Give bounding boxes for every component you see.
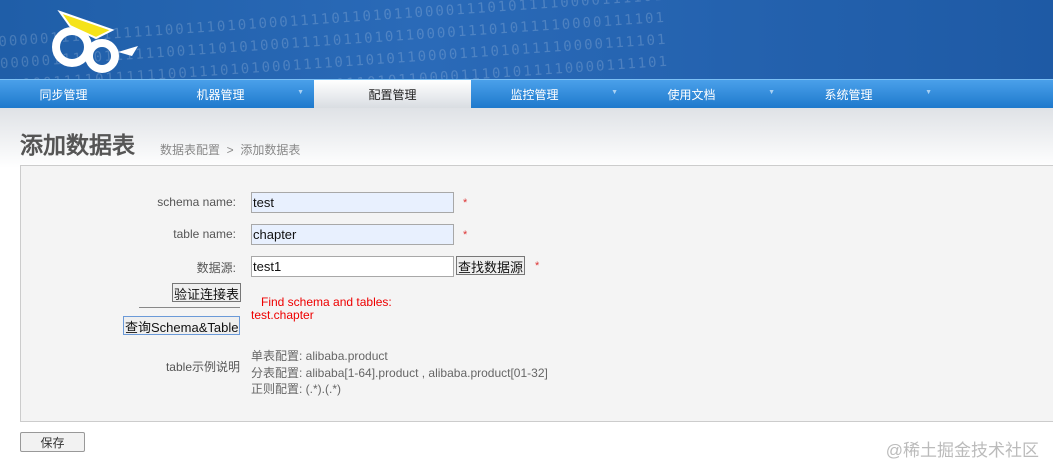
nav-label: 监控管理 — [510, 87, 559, 102]
required-mark: * — [535, 260, 540, 272]
table-name-input[interactable] — [251, 224, 454, 245]
find-data-source-button[interactable]: 查找数据源 — [456, 256, 526, 275]
breadcrumb: 数据表配置 > 添加数据表 — [160, 143, 301, 157]
result-value: test.chapter — [251, 308, 314, 322]
dropdown-arrow-icon: ▼ — [611, 89, 618, 96]
data-source-input[interactable] — [251, 256, 454, 277]
schema-name-input[interactable] — [251, 192, 454, 213]
example-sharded: 分表配置: alibaba[1-64].product , alibaba.pr… — [251, 366, 548, 380]
page-title: 添加数据表 — [20, 132, 135, 158]
nav-item-config[interactable]: 配置管理 — [314, 80, 471, 108]
nav-label: 使用文档 — [667, 87, 716, 102]
query-schema-table-button[interactable]: 查询Schema&Table — [123, 316, 241, 335]
dropdown-arrow-icon: ▼ — [925, 89, 932, 96]
header-banner: 0000011110111111001110101000111101101011… — [0, 0, 1053, 79]
nav-item-sync[interactable]: 同步管理 — [0, 80, 157, 108]
result-title: Find schema and tables: — [261, 295, 392, 309]
required-mark: * — [463, 197, 468, 209]
nav-label: 机器管理 — [196, 87, 245, 102]
logo-icon — [52, 10, 138, 73]
nav-label: 系统管理 — [824, 87, 873, 102]
dropdown-arrow-icon: ▼ — [297, 89, 304, 96]
divider — [139, 307, 240, 308]
nav-item-monitor[interactable]: 监控管理 ▼ — [471, 80, 628, 108]
nav-item-docs[interactable]: 使用文档 ▼ — [628, 80, 785, 108]
save-button[interactable]: 保存 — [20, 432, 85, 452]
example-single: 单表配置: alibaba.product — [251, 349, 388, 363]
verify-connection-button[interactable]: 验证连接表 — [172, 283, 242, 302]
nav-label: 同步管理 — [39, 87, 88, 102]
nav-item-system[interactable]: 系统管理 ▼ — [785, 80, 942, 108]
table-example-label: table示例说明 — [165, 360, 240, 374]
nav-label: 配置管理 — [368, 87, 417, 102]
dropdown-arrow-icon: ▼ — [768, 89, 775, 96]
watermark: @稀土掘金技术社区 — [885, 441, 1039, 460]
data-source-label: 数据源: — [196, 261, 236, 275]
schema-name-label: schema name: — [157, 195, 236, 209]
required-mark: * — [463, 229, 468, 241]
example-regex: 正则配置: (.*).(.*) — [251, 382, 341, 396]
title-band — [0, 108, 1053, 168]
table-name-label: table name: — [173, 227, 236, 241]
main-nav: 同步管理 机器管理 ▼ 配置管理 监控管理 ▼ 使用文档 ▼ 系统管理 ▼ — [0, 79, 1053, 108]
nav-item-machines[interactable]: 机器管理 ▼ — [157, 80, 314, 108]
